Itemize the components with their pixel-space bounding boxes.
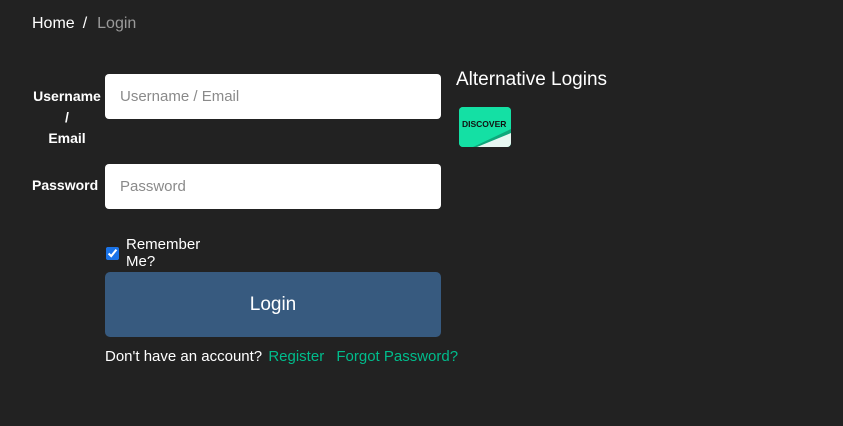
breadcrumb-current: Login [97,15,137,32]
username-label-line3: Email [48,130,86,146]
username-label: Username / Email [32,86,102,149]
username-input[interactable] [105,74,441,119]
username-label-line1: Username [33,88,101,104]
password-label: Password [32,177,99,193]
discover-brand-text: DISCOVER [462,119,506,129]
password-input[interactable] [105,164,441,209]
remember-me-checkbox[interactable] [106,246,119,260]
username-label-line2: / [65,109,69,125]
remember-me-label: Remember Me? [126,236,201,270]
account-links: Don't have an account? Register Forgot P… [105,348,458,366]
breadcrumb-home-link[interactable]: Home [32,15,75,33]
remember-me[interactable]: Remember Me? [105,236,200,270]
forgot-password-link[interactable]: Forgot Password? [336,348,458,365]
discover-login-button[interactable]: DISCOVER [459,107,511,147]
no-account-text: Don't have an account? [105,348,263,365]
alternative-logins-title: Alternative Logins [456,69,608,90]
login-button[interactable]: Login [105,272,441,337]
discover-card-icon: DISCOVER [459,107,511,147]
breadcrumb: Home / Login [32,15,136,33]
login-page: Home / Login Username / Email Password R… [0,0,843,426]
breadcrumb-separator: / [82,15,88,32]
register-link[interactable]: Register [268,348,324,365]
